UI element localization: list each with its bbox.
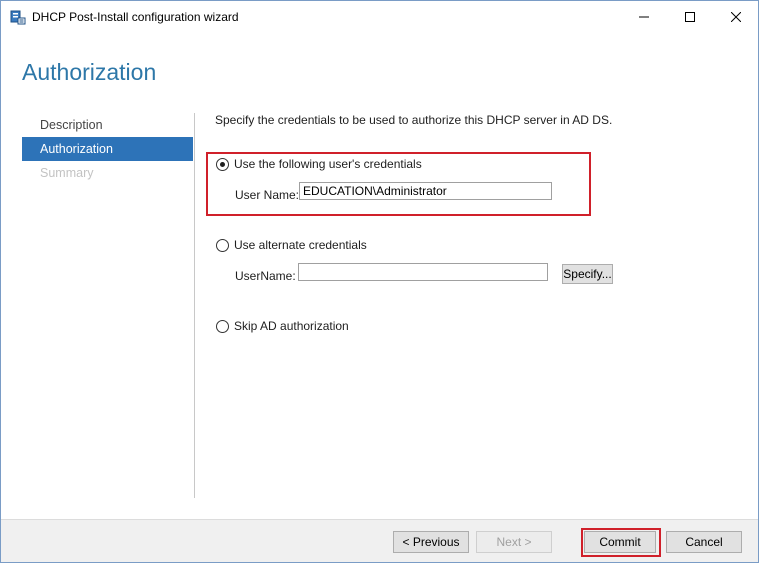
window-title: DHCP Post-Install configuration wizard [32, 10, 239, 24]
radio-alternate-credentials[interactable] [216, 239, 229, 252]
previous-button[interactable]: < Previous [393, 531, 469, 553]
close-button[interactable] [713, 1, 758, 33]
username-label: User Name: [235, 188, 300, 202]
nav-item-summary: Summary [40, 166, 94, 180]
nav-item-authorization[interactable]: Authorization [22, 137, 193, 161]
nav-item-description[interactable]: Description [22, 113, 193, 137]
close-icon [731, 12, 741, 22]
alternate-username-field[interactable] [298, 263, 548, 281]
minimize-icon [639, 16, 649, 18]
minimize-button[interactable] [621, 1, 667, 33]
username-field[interactable]: EDUCATION\Administrator [299, 182, 552, 200]
radio-alternate-credentials-label[interactable]: Use alternate credentials [234, 238, 367, 252]
next-button: Next > [476, 531, 552, 553]
wizard-window: DHCP Post-Install configuration wizard A… [0, 0, 759, 563]
page-title: Authorization [22, 59, 157, 85]
alternate-username-label: UserName: [235, 269, 296, 283]
radio-current-credentials-label[interactable]: Use the following user's credentials [234, 157, 422, 171]
specify-button[interactable]: Specify... [562, 264, 613, 284]
title-bar[interactable]: DHCP Post-Install configuration wizard [1, 1, 758, 33]
radio-skip-authorization[interactable] [216, 320, 229, 333]
maximize-icon [685, 12, 695, 22]
commit-button[interactable]: Commit [584, 531, 656, 553]
radio-skip-authorization-label[interactable]: Skip AD authorization [234, 319, 349, 333]
dhcp-server-icon [10, 9, 26, 25]
instructions-text: Specify the credentials to be used to au… [215, 113, 613, 127]
cancel-button[interactable]: Cancel [666, 531, 742, 553]
radio-current-credentials[interactable] [216, 158, 229, 171]
nav-divider [194, 113, 195, 498]
wizard-nav: Description Authorization Summary [22, 113, 193, 185]
maximize-button[interactable] [667, 1, 713, 33]
wizard-footer: < Previous Next > Commit Cancel [1, 519, 758, 562]
